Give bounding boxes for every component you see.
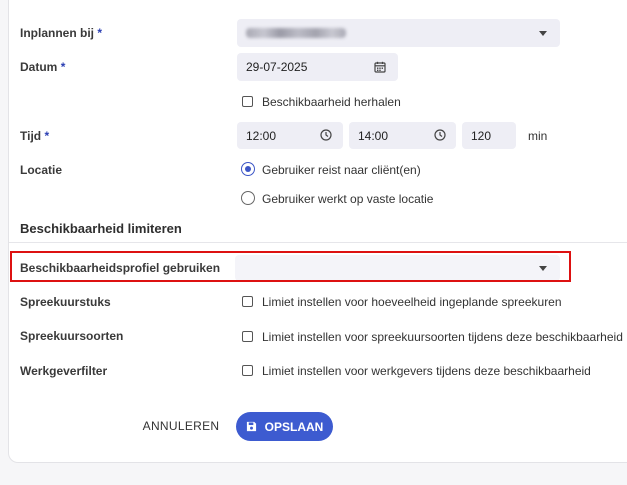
clock-icon[interactable]: [434, 129, 446, 141]
section-title: Beschikbaarheid limiteren: [20, 221, 182, 236]
caret-down-icon: [539, 31, 547, 36]
datum-label: Datum *: [20, 60, 65, 74]
inplannen-label: Inplannen bij *: [20, 26, 102, 40]
tijd-end-value: 14:00: [358, 128, 389, 143]
calendar-icon[interactable]: [374, 61, 386, 73]
save-button[interactable]: OPSLAAN: [236, 412, 333, 441]
werkgeverfilter-checkbox-label: Limiet instellen voor werkgevers tijdens…: [262, 364, 591, 378]
datum-value: 29-07-2025: [246, 60, 308, 74]
blurred-user-name: [246, 28, 346, 38]
herhalen-label: Beschikbaarheid herhalen: [262, 95, 401, 109]
locatie-option-reist-label: Gebruiker reist naar cliënt(en): [262, 163, 421, 177]
required-mark: *: [44, 129, 50, 143]
cancel-button-label: ANNULEREN: [142, 419, 220, 433]
tijd-label-text: Tijd: [20, 129, 42, 143]
herhalen-checkbox[interactable]: [242, 96, 253, 107]
cancel-button[interactable]: ANNULEREN: [141, 413, 221, 439]
inplannen-label-text: Inplannen bij: [20, 26, 94, 40]
locatie-radio-reist[interactable]: [241, 162, 255, 176]
tijd-end-input[interactable]: 14:00: [349, 122, 456, 149]
locatie-radio-vaste[interactable]: [241, 191, 255, 205]
tijd-start-input[interactable]: 12:00: [237, 122, 343, 149]
werkgeverfilter-label: Werkgeverfilter: [20, 364, 108, 378]
tijd-label: Tijd *: [20, 129, 49, 143]
highlight-box: [10, 251, 571, 282]
spreekuursoorten-checkbox-label: Limiet instellen voor spreekuursoorten t…: [262, 330, 623, 344]
datum-label-text: Datum: [20, 60, 58, 74]
locatie-option-vaste-label: Gebruiker werkt op vaste locatie: [262, 192, 434, 206]
werkgeverfilter-checkbox[interactable]: [242, 365, 253, 376]
locatie-label: Locatie: [20, 163, 63, 177]
section-divider: [9, 242, 627, 243]
spreekuursoorten-label: Spreekuursoorten: [20, 329, 124, 343]
spreekuurstuks-label: Spreekuurstuks: [20, 295, 111, 309]
floppy-disk-icon: [246, 421, 257, 432]
required-mark: *: [97, 26, 103, 40]
spreekuurstuks-checkbox[interactable]: [242, 296, 253, 307]
spreekuursoorten-checkbox[interactable]: [242, 331, 253, 342]
tijd-start-value: 12:00: [246, 128, 277, 143]
duration-unit: min: [528, 129, 548, 143]
datum-input[interactable]: 29-07-2025: [237, 53, 398, 81]
required-mark: *: [60, 60, 66, 74]
duration-input[interactable]: 120: [462, 122, 516, 149]
duration-value: 120: [471, 128, 492, 143]
clock-icon[interactable]: [320, 129, 332, 141]
inplannen-select[interactable]: [237, 19, 560, 47]
save-button-label: OPSLAAN: [264, 419, 324, 434]
spreekuurstuks-checkbox-label: Limiet instellen voor hoeveelheid ingepl…: [262, 295, 562, 309]
